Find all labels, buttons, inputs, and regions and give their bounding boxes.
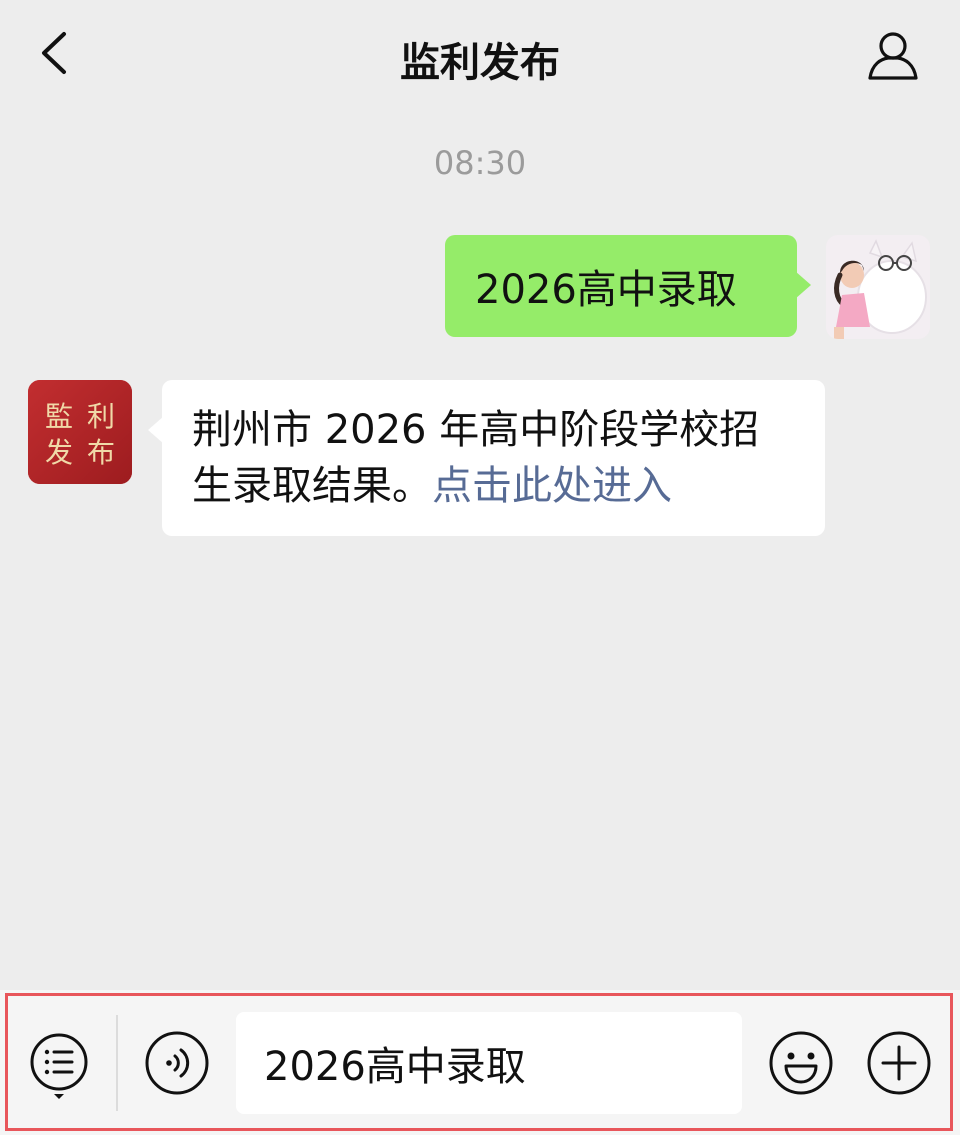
svg-text:布: 布 — [87, 436, 115, 469]
enter-link[interactable]: 点击此处进入 — [432, 463, 672, 509]
plus-icon — [867, 1031, 931, 1095]
svg-text:利: 利 — [87, 400, 115, 433]
person-icon — [868, 32, 918, 80]
emoji-button[interactable] — [768, 1030, 834, 1096]
profile-button[interactable] — [866, 28, 920, 82]
chat-header: 监利发布 — [0, 0, 960, 110]
official-message-bubble[interactable]: 荆州市 2026 年高中阶段学校招生录取结果。点击此处进入 — [148, 380, 825, 536]
list-menu-icon — [30, 1033, 88, 1099]
official-account-avatar[interactable]: 監 利 发 布 — [28, 380, 132, 484]
menu-button[interactable] — [26, 1030, 92, 1100]
message-input[interactable] — [236, 1012, 742, 1114]
emoji-icon — [769, 1031, 833, 1095]
more-button[interactable] — [866, 1030, 932, 1096]
message-timestamp: 08:30 — [433, 144, 527, 182]
page-title: 监利发布 — [400, 40, 560, 86]
svg-text:監: 監 — [45, 400, 73, 433]
official-logo-icon: 監 利 发 布 — [28, 380, 132, 484]
voice-icon — [145, 1031, 209, 1095]
input-bar-divider — [116, 1015, 118, 1111]
voice-button[interactable] — [144, 1030, 210, 1096]
my-avatar[interactable] — [826, 235, 930, 339]
svg-text:发: 发 — [45, 436, 73, 469]
user-avatar-image — [826, 235, 930, 339]
my-message-text: 2026高中录取 — [475, 267, 737, 313]
my-message-bubble[interactable]: 2026高中录取 — [445, 235, 811, 337]
